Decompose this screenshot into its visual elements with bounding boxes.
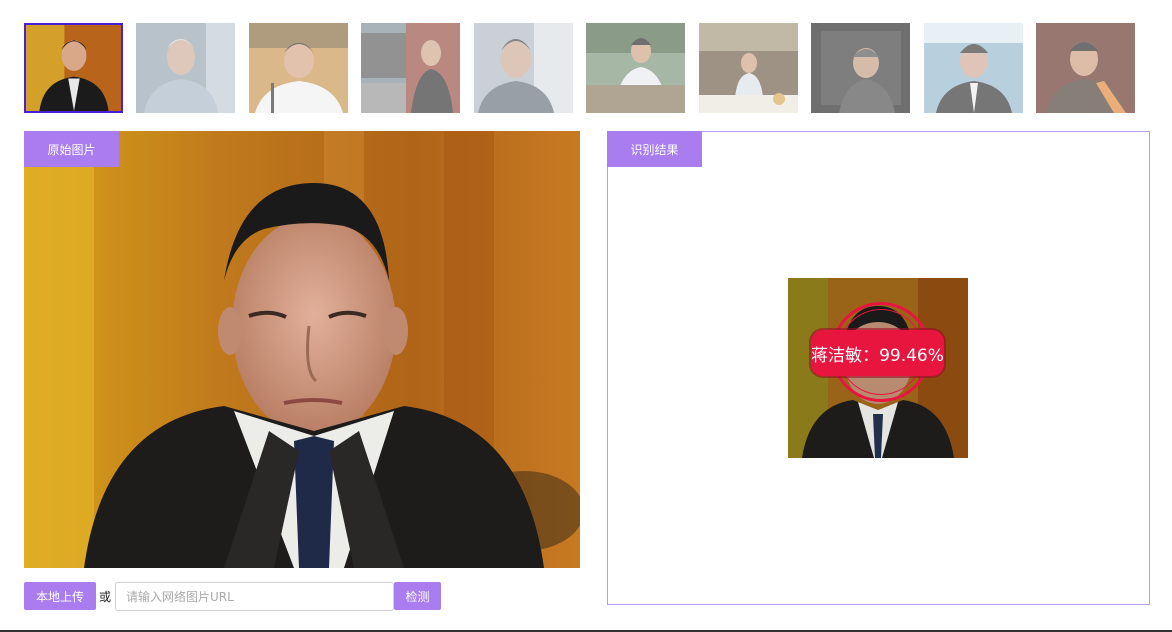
thumbnail-5[interactable]: [474, 23, 573, 113]
match-label: 蒋洁敏：99.46%: [811, 330, 944, 376]
thumbnail-2-image: [136, 23, 235, 113]
thumbnail-8[interactable]: [811, 23, 910, 113]
result-face-image: 蒋洁敏：99.46%: [788, 278, 968, 458]
thumbnail-9[interactable]: [924, 23, 1023, 113]
thumbnail-2[interactable]: [136, 23, 235, 113]
thumbnail-4-image: [361, 23, 460, 113]
image-url-input[interactable]: [115, 582, 394, 611]
thumbnail-7-image: [699, 23, 798, 113]
thumbnail-8-image: [811, 23, 910, 113]
original-picture-tag: 原始图片: [24, 131, 119, 167]
thumbnail-1-image: [26, 25, 121, 111]
or-text: 或: [99, 590, 112, 604]
thumbnail-10[interactable]: [1036, 23, 1135, 113]
thumbnail-6[interactable]: [586, 23, 685, 113]
thumbnail-1[interactable]: [24, 23, 123, 113]
thumbnail-10-image: [1036, 23, 1135, 113]
thumbnail-5-image: [474, 23, 573, 113]
thumbnail-3[interactable]: [249, 23, 348, 113]
original-picture: [24, 131, 580, 568]
detect-button[interactable]: 检测: [394, 582, 441, 610]
original-photo: [24, 131, 580, 568]
thumbnail-6-image: [586, 23, 685, 113]
recognition-result-tag: 识别结果: [607, 131, 702, 167]
thumbnail-4[interactable]: [361, 23, 460, 113]
thumbnail-3-image: [249, 23, 348, 113]
thumbnail-7[interactable]: [699, 23, 798, 113]
recognition-result-panel: 识别结果 蒋洁敏：99.46%: [607, 131, 1150, 605]
local-upload-button[interactable]: 本地上传: [24, 582, 96, 610]
thumbnail-9-image: [924, 23, 1023, 113]
